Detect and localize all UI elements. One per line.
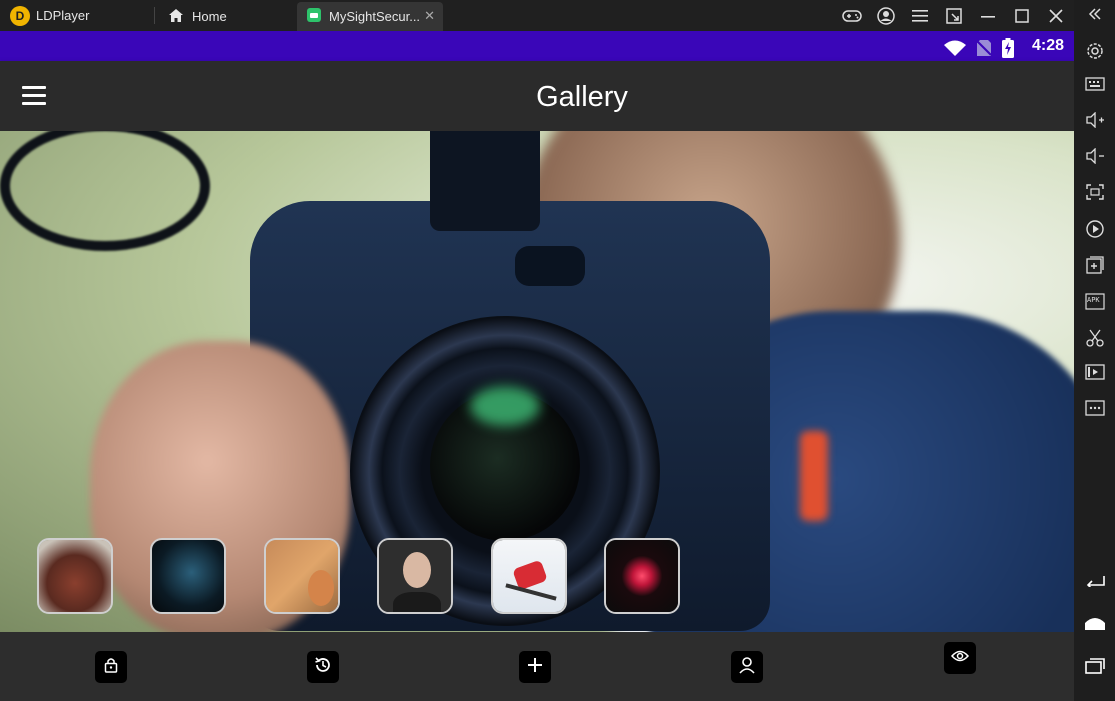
thumbnail-skier[interactable] bbox=[491, 538, 567, 614]
tab-home-label: Home bbox=[192, 9, 227, 24]
menu-icon[interactable] bbox=[903, 4, 937, 28]
emulator-sidebar: APK bbox=[1074, 0, 1115, 701]
history-icon bbox=[314, 656, 332, 679]
add-button[interactable] bbox=[519, 651, 551, 683]
back-icon[interactable] bbox=[1074, 566, 1115, 594]
ldplayer-logo-icon: D bbox=[10, 6, 30, 26]
hero-image bbox=[0, 131, 1074, 632]
apk-icon[interactable]: APK bbox=[1074, 287, 1115, 315]
tab-mysightsecurity[interactable]: MySightSecur... ✕ bbox=[297, 2, 443, 31]
more-icon[interactable] bbox=[1074, 394, 1115, 422]
emulator-app-name: LDPlayer bbox=[36, 8, 90, 23]
settings-icon[interactable] bbox=[1074, 37, 1115, 65]
minimize-icon[interactable] bbox=[971, 4, 1005, 28]
page-title: Gallery bbox=[536, 81, 628, 113]
title-separator bbox=[154, 7, 155, 24]
add-window-icon[interactable] bbox=[1074, 251, 1115, 279]
recents-icon[interactable] bbox=[1074, 652, 1115, 680]
status-bar: 4:28 bbox=[0, 31, 1074, 61]
profile-button[interactable] bbox=[731, 651, 763, 683]
maximize-icon[interactable] bbox=[1005, 4, 1039, 28]
resize-icon[interactable] bbox=[937, 4, 971, 28]
history-button[interactable] bbox=[307, 651, 339, 683]
hero-lens-glow bbox=[470, 386, 540, 426]
no-sim-icon bbox=[976, 39, 992, 62]
thumbnail-flower[interactable] bbox=[604, 538, 680, 614]
thumbnail-cat[interactable] bbox=[264, 538, 340, 614]
eye-icon bbox=[950, 649, 970, 667]
tab-mysightsecurity-label: MySightSecur... bbox=[329, 9, 419, 24]
bottom-navigation bbox=[0, 632, 1074, 701]
emulator-window: D LDPlayer Home MySightSecur... ✕ APK 4:… bbox=[0, 0, 1115, 701]
app-bar: Gallery bbox=[0, 61, 1074, 131]
hero-camera-badge bbox=[515, 246, 585, 286]
home-icon bbox=[168, 8, 184, 26]
battery-charging-icon bbox=[1002, 38, 1014, 63]
sync-icon[interactable] bbox=[1074, 215, 1115, 243]
status-time: 4:28 bbox=[1031, 37, 1064, 54]
wifi-icon bbox=[944, 40, 966, 61]
apk-label: APK bbox=[1087, 296, 1100, 304]
thumbnail-strip bbox=[37, 538, 687, 614]
volume-up-icon[interactable] bbox=[1074, 106, 1115, 134]
keyboard-icon[interactable] bbox=[1074, 70, 1115, 98]
thumbnail-portrait[interactable] bbox=[377, 538, 453, 614]
android-screen: 4:28 Gallery bbox=[0, 31, 1074, 701]
account-icon[interactable] bbox=[869, 4, 903, 28]
add-icon bbox=[527, 657, 543, 678]
lock-icon bbox=[104, 657, 118, 678]
hero-camera-top bbox=[430, 131, 540, 231]
profile-icon bbox=[738, 656, 756, 679]
collapse-sidebar-icon[interactable] bbox=[1074, 0, 1115, 28]
volume-down-icon[interactable] bbox=[1074, 142, 1115, 170]
close-icon[interactable] bbox=[1039, 4, 1073, 28]
window-controls bbox=[835, 4, 1073, 28]
fullscreen-icon[interactable] bbox=[1074, 178, 1115, 206]
lock-button[interactable] bbox=[95, 651, 127, 683]
eye-button[interactable] bbox=[944, 642, 976, 674]
scissors-icon[interactable] bbox=[1074, 324, 1115, 352]
hero-red-accent bbox=[800, 431, 828, 521]
emulator-title-bar: D LDPlayer Home MySightSecur... ✕ bbox=[0, 0, 1115, 31]
thumbnail-cyclist[interactable] bbox=[150, 538, 226, 614]
gamepad-icon[interactable] bbox=[835, 4, 869, 28]
video-icon[interactable] bbox=[1074, 358, 1115, 386]
home-nav-icon[interactable] bbox=[1074, 609, 1115, 637]
thumbnail-food[interactable] bbox=[37, 538, 113, 614]
tab-home[interactable]: Home bbox=[158, 2, 293, 31]
tab-close-icon[interactable]: ✕ bbox=[424, 8, 435, 24]
hero-glasses bbox=[0, 131, 210, 251]
status-icons bbox=[944, 38, 1014, 63]
android-icon bbox=[307, 8, 321, 25]
